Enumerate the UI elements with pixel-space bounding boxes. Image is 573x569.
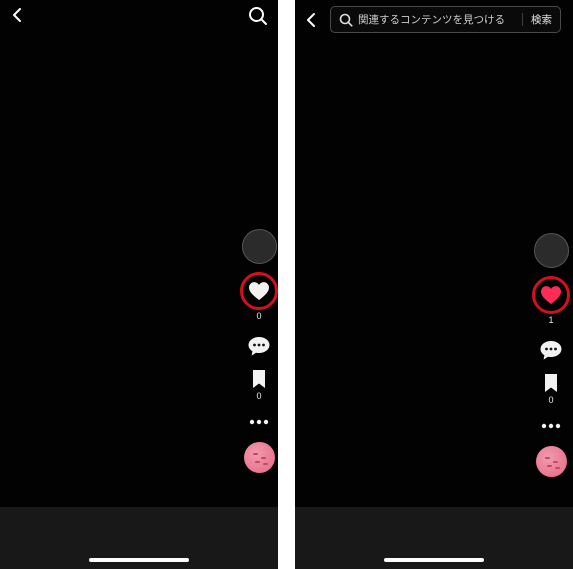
bookmark-icon (253, 370, 265, 388)
back-button[interactable] (300, 9, 322, 31)
creator-avatar[interactable] (241, 229, 277, 264)
back-button[interactable] (6, 4, 28, 26)
search-bar: 検索 (330, 6, 561, 33)
search-icon (339, 13, 353, 27)
bottom-bar (0, 507, 278, 569)
phone-screen-right: 検索 1 0 (295, 0, 573, 569)
like-count: 1 (548, 315, 554, 325)
music-disc-icon[interactable] (535, 446, 567, 477)
search-divider (522, 13, 523, 26)
music-disc-icon[interactable] (243, 442, 275, 473)
action-rail: 0 0 (240, 229, 278, 473)
comment-button[interactable] (246, 335, 272, 357)
more-options-button[interactable] (539, 419, 563, 433)
home-indicator[interactable] (384, 558, 484, 562)
more-options-button[interactable] (247, 415, 271, 429)
heart-icon (541, 286, 561, 305)
home-indicator[interactable] (89, 558, 189, 562)
heart-icon (249, 282, 269, 301)
search-input[interactable] (358, 7, 522, 32)
phone-screen-left: 0 0 (0, 0, 278, 569)
bookmark-icon (545, 374, 557, 392)
search-button[interactable] (246, 4, 270, 28)
bookmark-count: 0 (548, 395, 554, 405)
search-submit-button[interactable]: 検索 (531, 12, 552, 27)
bottom-bar (295, 507, 573, 569)
more-icon (249, 419, 269, 425)
comment-icon (540, 340, 562, 360)
video-player[interactable] (0, 0, 278, 507)
creator-avatar[interactable] (533, 233, 569, 268)
search-icon (249, 7, 267, 25)
bookmark-button[interactable] (541, 372, 561, 394)
comment-icon (248, 336, 270, 356)
like-count: 0 (256, 311, 262, 321)
bookmark-button[interactable] (249, 368, 269, 390)
back-arrow-icon (13, 8, 21, 22)
back-arrow-icon (307, 13, 315, 27)
bookmark-count: 0 (256, 391, 262, 401)
action-rail: 1 0 (532, 233, 570, 477)
like-button[interactable] (240, 272, 278, 310)
comment-button[interactable] (538, 339, 564, 361)
more-icon (541, 423, 561, 429)
like-button[interactable] (532, 276, 570, 314)
